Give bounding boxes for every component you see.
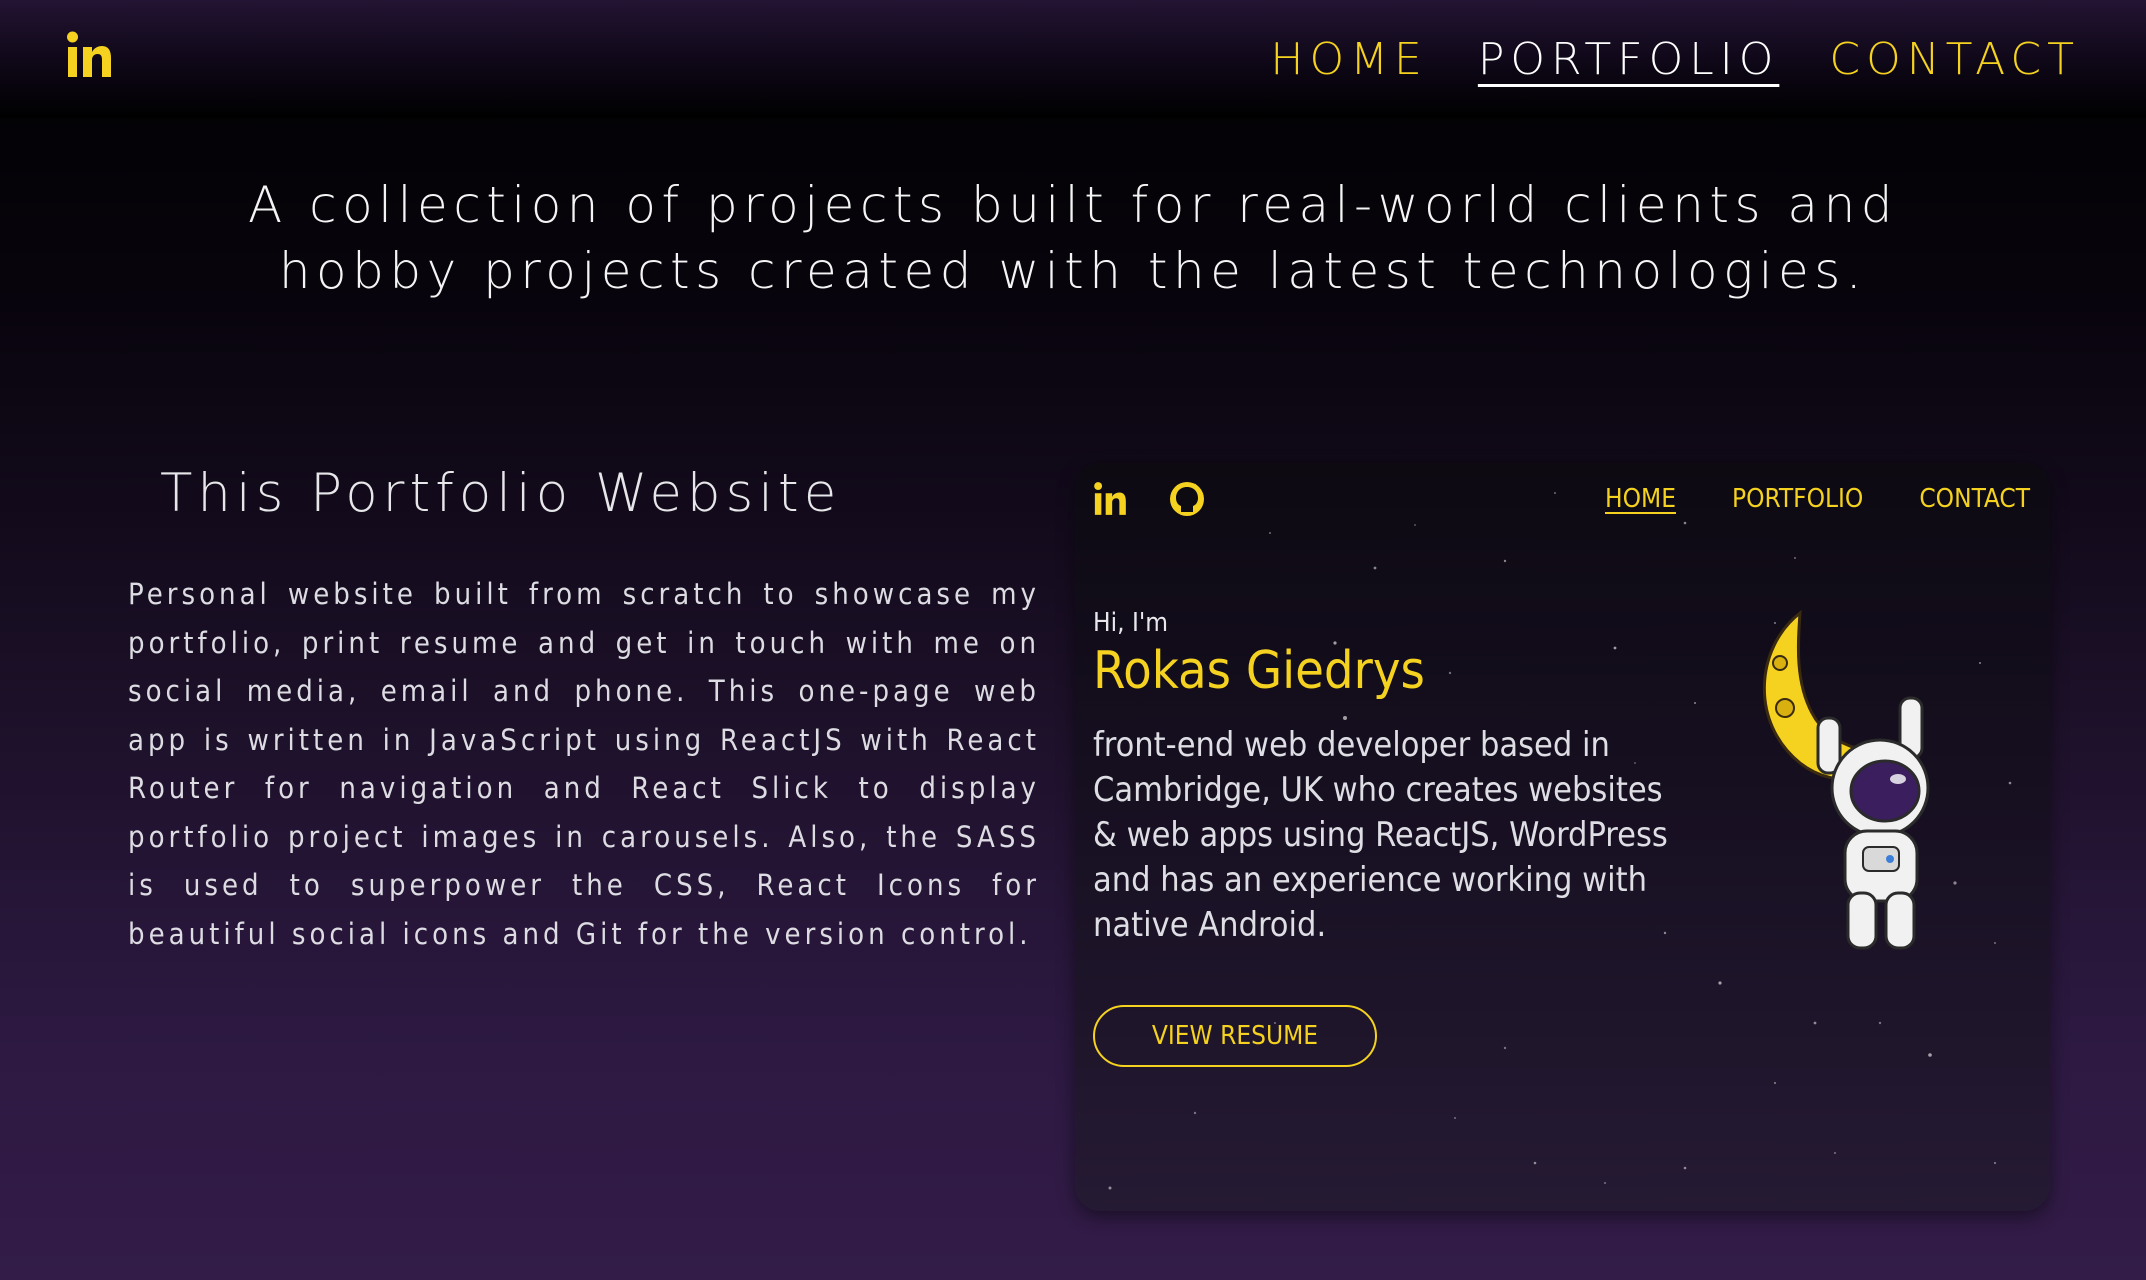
github-icon[interactable] <box>1169 481 1205 517</box>
preview-nav-portfolio[interactable]: PORTFOLIO <box>1732 481 1863 517</box>
nav-contact-link[interactable]: CONTACT <box>1829 30 2080 90</box>
project-screenshot[interactable]: HOME PORTFOLIO CONTACT Hi, I'm Rokas Gie… <box>1075 463 2050 1211</box>
preview-name: Rokas Giedrys <box>1093 641 1425 701</box>
project-title: This Portfolio Website <box>160 463 842 524</box>
linkedin-icon[interactable] <box>1093 481 1127 517</box>
view-resume-button[interactable]: VIEW RESUME <box>1093 1005 1377 1067</box>
preview-bio: front-end web developer based in Cambrid… <box>1093 725 1668 945</box>
preview-nav-home[interactable]: HOME <box>1605 481 1676 517</box>
top-navbar: HOME PORTFOLIO CONTACT <box>0 0 2146 118</box>
main-nav: HOME PORTFOLIO CONTACT <box>1270 30 2080 90</box>
astronaut-moon-illustration <box>1762 609 1930 950</box>
preview-nav-contact[interactable]: CONTACT <box>1919 481 2030 517</box>
nav-home-link[interactable]: HOME <box>1270 30 1427 90</box>
preview-greeting: Hi, I'm <box>1093 608 1169 638</box>
preview-nav: HOME PORTFOLIO CONTACT <box>1605 481 2030 517</box>
project-description: Personal website built from scratch to s… <box>128 577 1040 951</box>
linkedin-icon[interactable] <box>66 30 112 80</box>
preview-social-links <box>1093 481 1205 517</box>
nav-portfolio-link[interactable]: PORTFOLIO <box>1478 30 1779 90</box>
portfolio-intro: A collection of projects built for real-… <box>248 176 1898 300</box>
